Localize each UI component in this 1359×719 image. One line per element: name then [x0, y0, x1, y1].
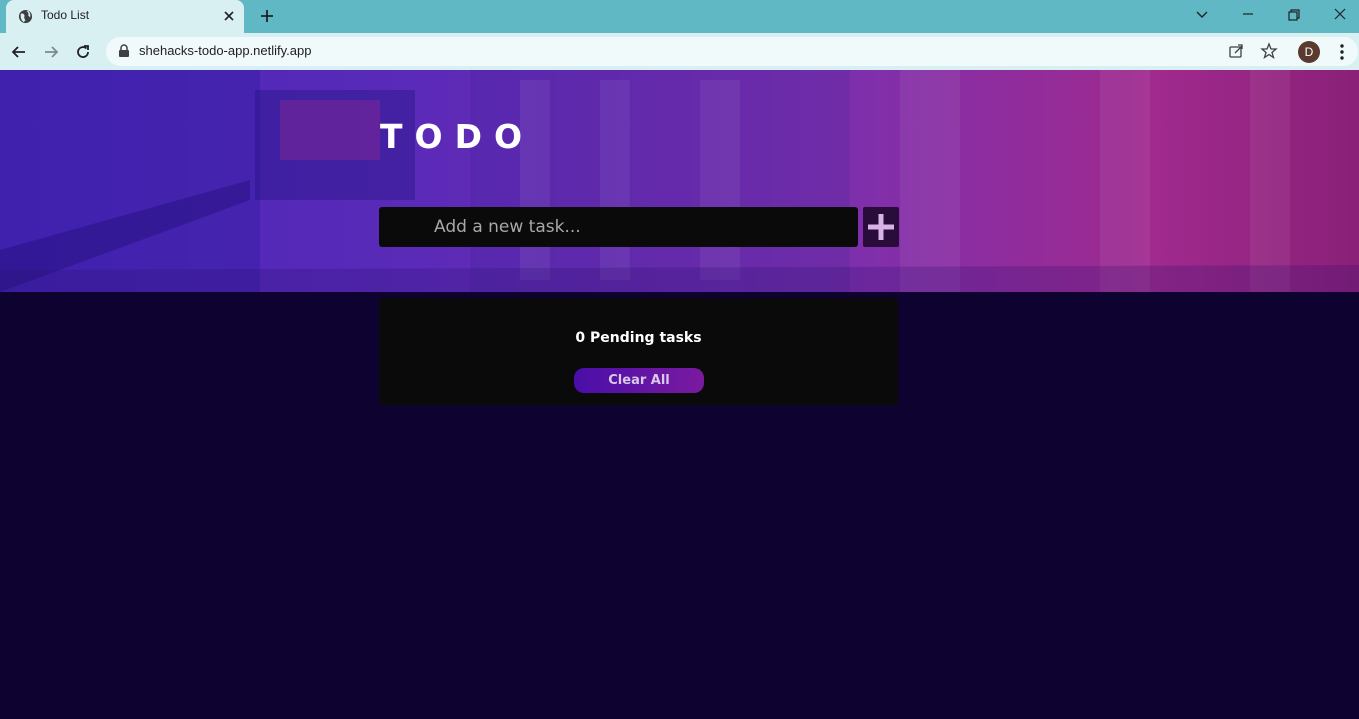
forward-icon[interactable] [41, 42, 61, 62]
hero-banner: TODO [0, 70, 1359, 292]
plus-icon[interactable] [258, 7, 276, 25]
window-close-icon[interactable] [1331, 6, 1349, 24]
lock-icon[interactable] [118, 44, 130, 58]
share-icon[interactable] [1227, 42, 1245, 60]
star-icon[interactable] [1260, 42, 1278, 60]
plus-icon [868, 214, 894, 240]
url-text[interactable]: shehacks-todo-app.netlify.app [139, 43, 311, 58]
avatar[interactable]: D [1298, 41, 1320, 63]
pending-count: 0 Pending tasks [575, 330, 702, 346]
minimize-icon[interactable] [1239, 6, 1257, 24]
tab-title: Todo List [41, 8, 90, 22]
close-icon[interactable] [222, 9, 236, 23]
globe-icon [18, 9, 33, 24]
chevron-down-icon[interactable] [1193, 6, 1211, 24]
browser-toolbar: shehacks-todo-app.netlify.app D [0, 33, 1359, 70]
page-title: TODO [380, 117, 535, 156]
task-input[interactable] [379, 207, 858, 247]
add-task-button[interactable] [863, 207, 899, 247]
task-panel: 0 Pending tasks Clear All [379, 298, 898, 405]
more-icon[interactable] [1334, 42, 1350, 62]
clear-all-button[interactable]: Clear All [574, 368, 704, 393]
back-icon[interactable] [9, 42, 29, 62]
address-bar[interactable]: shehacks-todo-app.netlify.app [106, 37, 1358, 66]
hero-background-image [0, 70, 1359, 292]
tab-strip: Todo List [0, 0, 1359, 33]
reload-icon[interactable] [73, 42, 93, 62]
browser-tab[interactable]: Todo List [6, 0, 244, 33]
restore-icon[interactable] [1285, 6, 1303, 24]
